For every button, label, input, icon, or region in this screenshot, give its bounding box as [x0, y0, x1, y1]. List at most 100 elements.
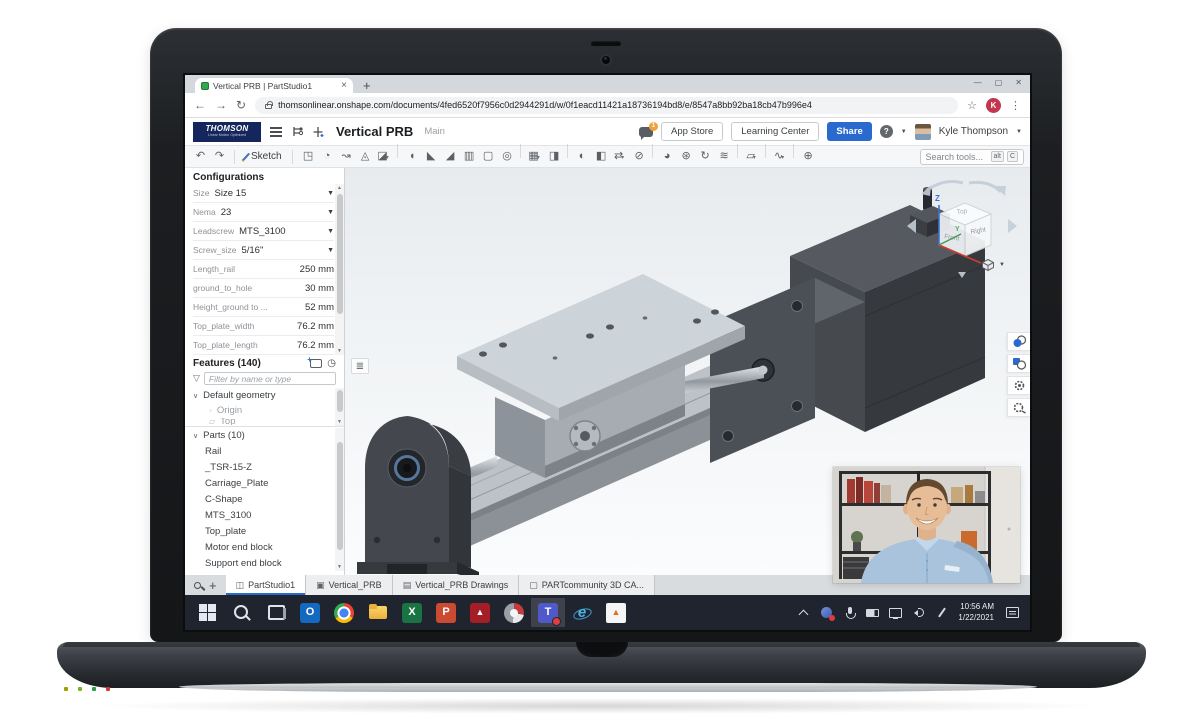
filter-icon[interactable]: ▽: [193, 373, 200, 384]
doc-tab-vertical-prb[interactable]: ▣ Vertical_PRB: [306, 575, 393, 595]
view-options-button[interactable]: ▼: [981, 258, 1005, 272]
tab-search-icon[interactable]: [194, 582, 201, 589]
parts-scrollbar[interactable]: ▼: [335, 428, 344, 571]
config-row[interactable]: Top_plate_width 76.2 mm ▼: [193, 317, 334, 336]
part-list-item[interactable]: Rail: [185, 443, 334, 459]
named-views-panel-icon[interactable]: [1007, 354, 1030, 373]
plane-icon[interactable]: ▱▾: [742, 151, 761, 162]
config-value[interactable]: 23: [221, 207, 232, 218]
delete-part-icon[interactable]: ⊘: [629, 151, 648, 162]
powerpoint-icon[interactable]: P: [429, 598, 463, 627]
part-list-item[interactable]: Carriage_Plate: [185, 475, 334, 491]
app-store-button[interactable]: App Store: [661, 122, 723, 141]
config-row[interactable]: Nema 23 ▼: [193, 203, 334, 222]
revolve-icon[interactable]: ◔: [317, 151, 336, 162]
sep[interactable]: [563, 151, 572, 162]
share-button[interactable]: Share: [827, 122, 871, 141]
sweep-icon[interactable]: ↝: [336, 151, 355, 162]
config-row[interactable]: Height_ground to ... 52 mm ▼: [193, 298, 334, 317]
shell-icon[interactable]: ▢: [478, 151, 497, 162]
workspace-label[interactable]: Main: [424, 126, 445, 137]
split-icon[interactable]: ◧: [591, 151, 610, 162]
tray-microphone-icon[interactable]: [843, 606, 856, 619]
mirror-icon[interactable]: ◨: [544, 151, 563, 162]
help-icon[interactable]: ?: [880, 125, 893, 138]
feature-list-toggle-icon[interactable]: ≣: [351, 358, 369, 374]
chevron-down-icon[interactable]: ▼: [327, 190, 334, 197]
notifications-icon[interactable]: 1: [639, 127, 653, 137]
hole-icon[interactable]: ◎: [497, 151, 516, 162]
linear-pattern-icon[interactable]: ▦▾: [525, 151, 544, 162]
filter-input[interactable]: [204, 372, 336, 385]
config-row[interactable]: Screw_size 5/16" ▼: [193, 241, 334, 260]
sep[interactable]: [789, 151, 798, 162]
back-icon[interactable]: ←: [194, 99, 206, 111]
window-minimize-icon[interactable]: —: [974, 78, 982, 87]
tree-item-top-plane[interactable]: ▱ Top: [185, 418, 334, 425]
tree-group-parts[interactable]: ∨ Parts (10): [185, 428, 334, 443]
chevron-down-icon[interactable]: ▼: [327, 247, 334, 254]
file-explorer-icon[interactable]: [361, 598, 395, 627]
redo-icon[interactable]: ↷: [210, 151, 229, 162]
doc-tab-vertical-prb-drawings[interactable]: ▤ Vertical_PRB Drawings: [393, 575, 520, 595]
chamfer-icon[interactable]: ◣: [421, 151, 440, 162]
browser-menu-icon[interactable]: ⋮: [1010, 99, 1021, 112]
sep[interactable]: [733, 151, 742, 162]
config-row[interactable]: Leadscrew MTS_3100 ▼: [193, 222, 334, 241]
offset-surface-icon[interactable]: ≋: [714, 151, 733, 162]
chevron-down-icon[interactable]: ▼: [327, 228, 334, 235]
tree-scrollbar[interactable]: ▼: [335, 388, 344, 426]
versions-icon[interactable]: [291, 125, 304, 138]
config-value[interactable]: 5/16": [241, 245, 263, 256]
tab-close-icon[interactable]: ×: [341, 81, 347, 91]
part-list-item[interactable]: Motor end block: [185, 539, 334, 555]
action-center-icon[interactable]: [1006, 607, 1019, 618]
user-avatar[interactable]: [915, 124, 931, 140]
start-button[interactable]: [191, 598, 225, 627]
outlook-icon[interactable]: O: [293, 598, 327, 627]
acrobat-icon[interactable]: ▲: [463, 598, 497, 627]
scroll-up-icon[interactable]: ▲: [335, 184, 344, 192]
reload-icon[interactable]: ↻: [236, 99, 246, 111]
configuration-panel-icon[interactable]: [1007, 376, 1030, 395]
scroll-down-icon[interactable]: ▼: [335, 563, 344, 571]
window-maximize-icon[interactable]: ▢: [995, 78, 1003, 87]
curve-icon[interactable]: ∿▾: [770, 151, 789, 162]
taskbar-search-icon[interactable]: [225, 598, 259, 627]
config-row[interactable]: Length_rail 250 mm ▼: [193, 260, 334, 279]
main-menu-icon[interactable]: [270, 127, 282, 129]
chevron-open-icon[interactable]: ∨: [193, 432, 198, 440]
config-value[interactable]: Size 15: [215, 188, 247, 199]
tree-item-origin[interactable]: ◦ Origin: [185, 403, 334, 418]
tray-app-icon[interactable]: [820, 606, 833, 619]
meeting-app-icon[interactable]: [497, 598, 531, 627]
user-name[interactable]: Kyle Thompson: [939, 126, 1008, 137]
config-value[interactable]: 76.2 mm: [297, 321, 334, 332]
sep[interactable]: [393, 151, 402, 162]
view-cube[interactable]: Top Front Right Z X Y: [897, 174, 1027, 278]
chevron-open-icon[interactable]: ∨: [193, 392, 198, 400]
rib-icon[interactable]: ▥: [459, 151, 478, 162]
config-value[interactable]: 76.2 mm: [297, 340, 334, 351]
select-icon[interactable]: ⊕: [798, 151, 817, 162]
tray-pen-icon[interactable]: [935, 606, 948, 619]
tree-group-default-geometry[interactable]: ∨ Default geometry: [185, 388, 334, 403]
move-add-icon[interactable]: [313, 126, 325, 138]
config-row[interactable]: ground_to_hole 30 mm ▼: [193, 279, 334, 298]
internet-explorer-icon[interactable]: e: [565, 598, 599, 627]
extrude-icon[interactable]: ◳: [298, 151, 317, 162]
config-value[interactable]: 30 mm: [305, 283, 334, 294]
browser-tab[interactable]: Vertical PRB | PartStudio1 ×: [195, 78, 353, 93]
rollback-history-icon[interactable]: ◷: [327, 359, 336, 369]
search-tools-box[interactable]: alt C: [920, 149, 1024, 165]
cad-app-icon[interactable]: ▲: [599, 598, 633, 627]
transform-icon[interactable]: ⇄▾: [610, 151, 629, 162]
sketch-button[interactable]: Sketch: [240, 151, 287, 162]
config-scrollbar[interactable]: ▲ ▼: [335, 184, 344, 355]
part-list-item[interactable]: Top_plate: [185, 523, 334, 539]
tray-expand-icon[interactable]: [797, 606, 810, 619]
doc-tab-partcommunity[interactable]: ▢ PARTcommunity 3D CA...: [519, 575, 655, 595]
thomson-logo[interactable]: THOMSON Linear Motion Optimized: [193, 122, 261, 142]
thicken-icon[interactable]: ◪▾: [374, 151, 393, 162]
search-tools-input[interactable]: [926, 152, 988, 162]
